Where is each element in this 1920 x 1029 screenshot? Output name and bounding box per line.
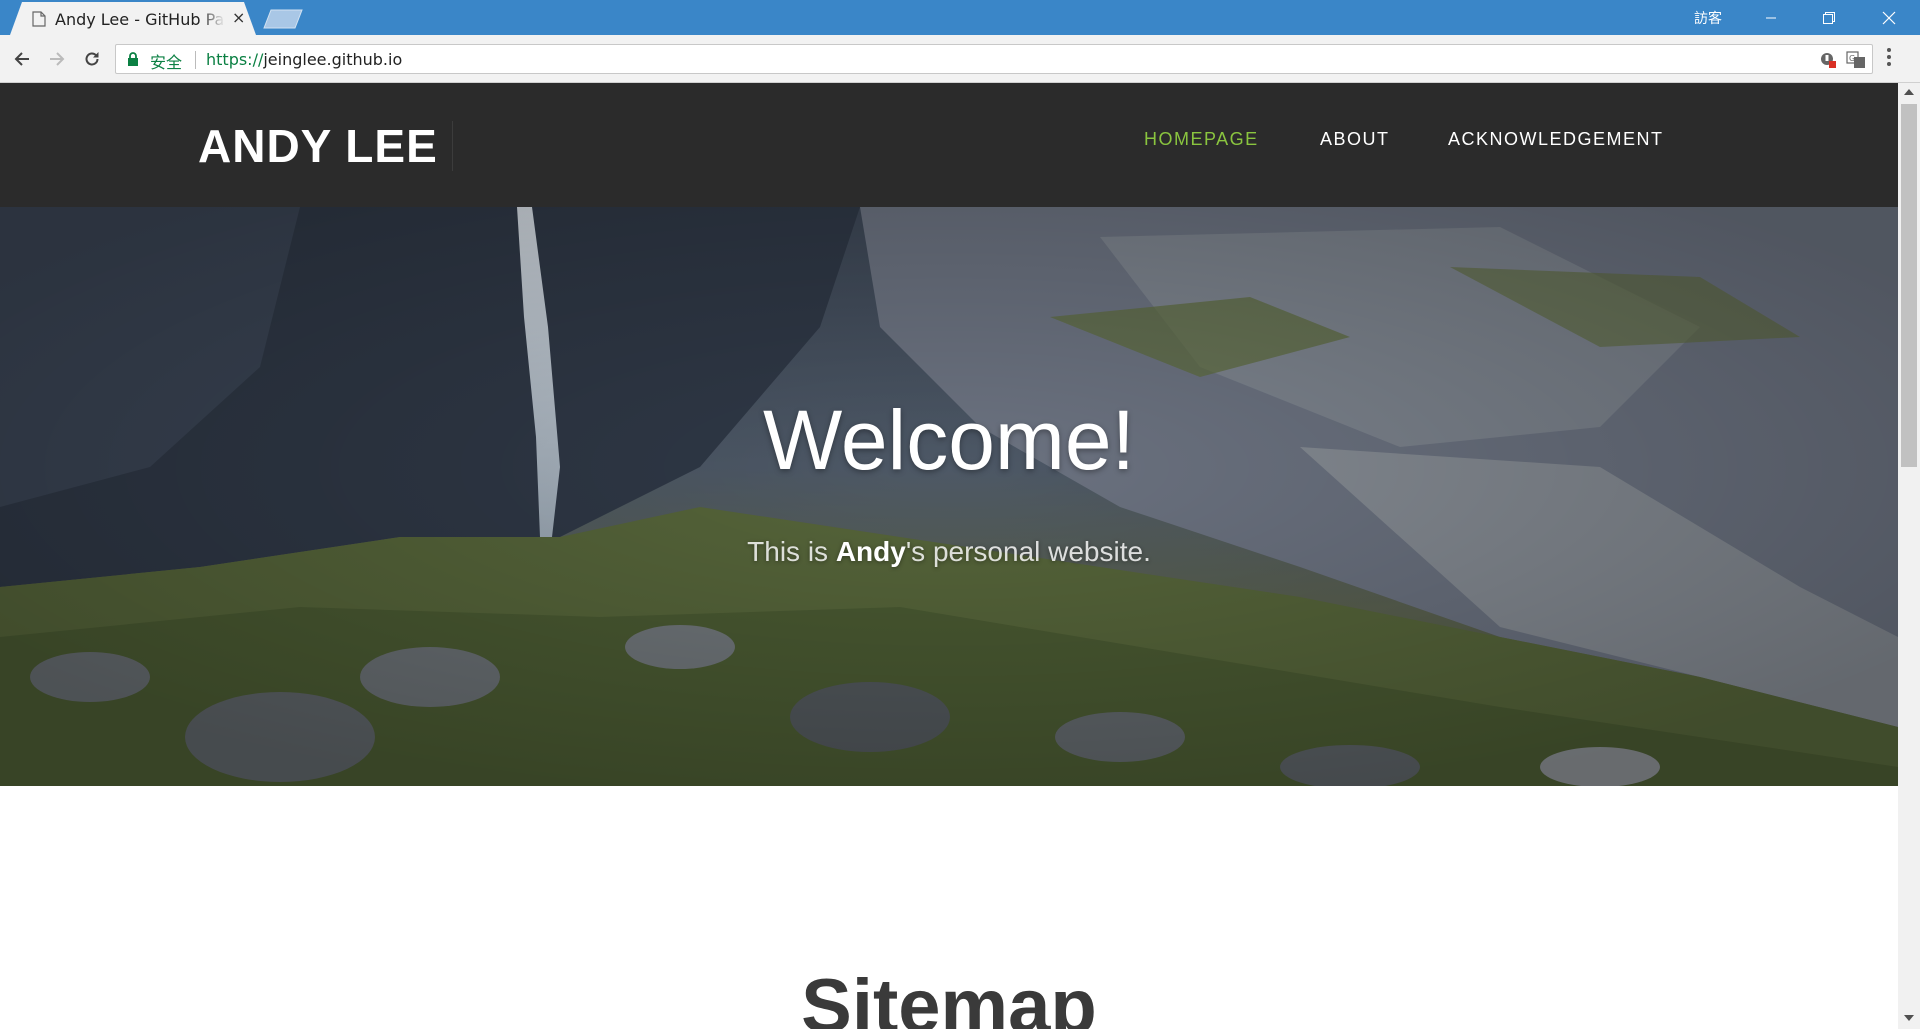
profile-label[interactable]: 訪客 xyxy=(1694,8,1722,28)
secure-label[interactable]: 安全 xyxy=(150,49,182,73)
minimize-icon[interactable] xyxy=(1742,0,1800,35)
tab-title: Andy Lee - GitHub Pages xyxy=(55,10,225,29)
nav-acknowledgement[interactable]: ACKNOWLEDGEMENT xyxy=(1448,129,1664,150)
scroll-thumb[interactable] xyxy=(1901,104,1917,467)
hero-subtitle-name: Andy xyxy=(835,536,906,567)
mountain-landscape-image xyxy=(0,207,1898,786)
forward-arrow-icon[interactable] xyxy=(43,45,71,73)
nav-homepage[interactable]: HOMEPAGE xyxy=(1144,129,1259,150)
restore-icon[interactable] xyxy=(1800,0,1858,35)
scroll-down-arrow-icon[interactable] xyxy=(1904,1015,1914,1021)
tab-close-icon[interactable]: × xyxy=(232,8,245,27)
extension-icon[interactable] xyxy=(1819,51,1837,74)
scroll-up-arrow-icon[interactable] xyxy=(1904,89,1914,95)
hero-title: Welcome! xyxy=(763,393,1135,487)
browser-tab-active[interactable]: Andy Lee - GitHub Pages × xyxy=(10,2,256,35)
svg-text:G: G xyxy=(1849,54,1855,63)
browser-toolbar: 安全 https://jeinglee.github.io G xyxy=(0,35,1920,83)
site-logo[interactable]: ANDY LEE xyxy=(198,119,438,173)
nav-about[interactable]: ABOUT xyxy=(1320,129,1390,150)
url-host: jeinglee.github.io xyxy=(263,50,403,69)
hero-subtitle-post: 's personal website. xyxy=(905,536,1151,567)
reload-icon[interactable] xyxy=(78,45,106,73)
omnibox-divider xyxy=(195,51,196,69)
page-icon xyxy=(32,11,46,27)
url-text[interactable]: https://jeinglee.github.io xyxy=(206,50,402,69)
hero-subtitle: This is Andy's personal website. xyxy=(0,536,1898,568)
lock-icon[interactable] xyxy=(127,52,139,72)
url-scheme: https:// xyxy=(206,50,264,69)
logo-divider xyxy=(452,121,453,171)
translate-icon[interactable]: G xyxy=(1846,51,1866,74)
browser-titlebar: Andy Lee - GitHub Pages × 訪客 xyxy=(0,0,1920,35)
new-tab-button[interactable] xyxy=(262,8,304,30)
sitemap-heading: Sitemap xyxy=(801,964,1097,1029)
menu-dots-icon[interactable] xyxy=(1886,47,1892,72)
back-arrow-icon[interactable] xyxy=(8,45,36,73)
hero-subtitle-pre: This is xyxy=(747,536,836,567)
site-header: ANDY LEE HOMEPAGE ABOUT ACKNOWLEDGEMENT xyxy=(0,83,1898,207)
close-icon[interactable] xyxy=(1858,0,1920,35)
page-scrollbar[interactable] xyxy=(1898,83,1920,1029)
page-viewport: ANDY LEE HOMEPAGE ABOUT ACKNOWLEDGEMENT xyxy=(0,83,1898,1029)
address-bar[interactable]: 安全 https://jeinglee.github.io G xyxy=(115,44,1873,74)
hero-banner: Welcome! This is Andy's personal website… xyxy=(0,207,1898,786)
